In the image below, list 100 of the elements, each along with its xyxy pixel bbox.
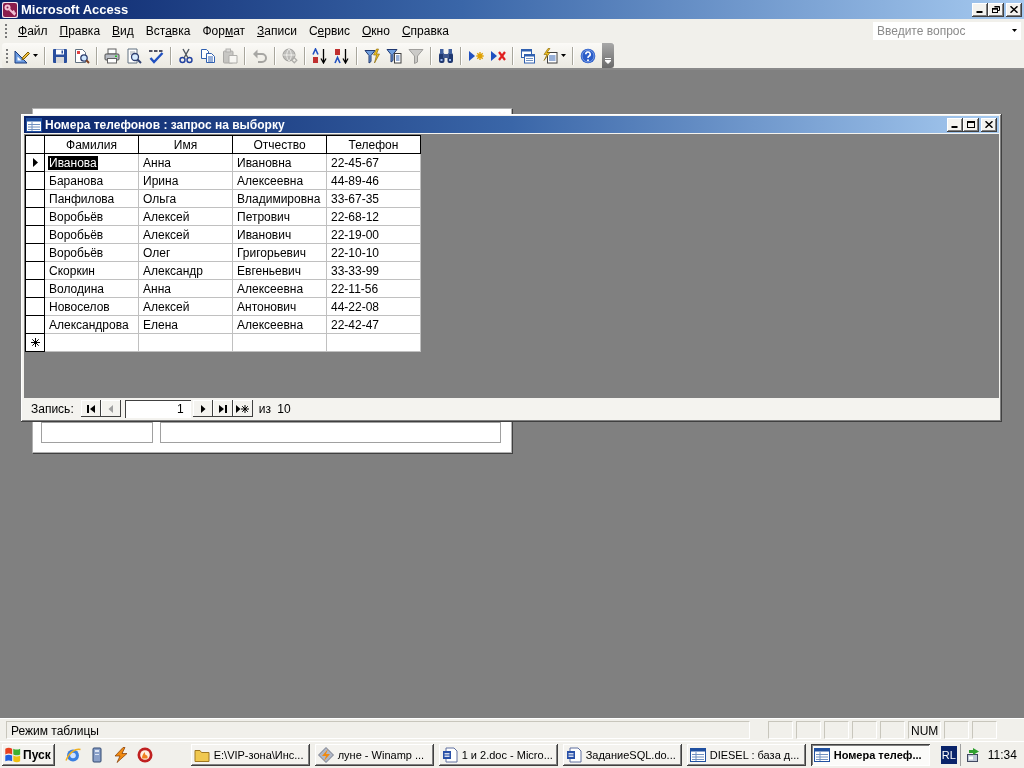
table-cell: Евгеньевич: [232, 261, 327, 280]
table-cell: Володина: [44, 279, 139, 298]
caret-icon: [561, 54, 566, 57]
funnel-icon: [408, 47, 424, 64]
menu-item[interactable]: Вставка: [139, 20, 197, 41]
toolbar-options-button[interactable]: [602, 43, 614, 68]
table-cell: 22-45-67: [326, 153, 421, 172]
table-window-icon: [26, 117, 42, 132]
clock-text: 11:34: [987, 748, 1017, 762]
help-search-field[interactable]: Введите вопрос: [873, 21, 1021, 40]
maximize-button[interactable]: [963, 117, 979, 132]
new-record-cell[interactable]: [232, 333, 327, 352]
table-cell: Иванова: [44, 153, 139, 172]
table-cell: Алексеевна: [232, 171, 327, 190]
menu-item[interactable]: Записи: [251, 20, 303, 41]
globe-orbit-icon[interactable]: [64, 747, 81, 763]
new-record-cell[interactable]: [326, 333, 421, 352]
first-record-button[interactable]: [80, 400, 101, 417]
table-cell: Владимировна: [232, 189, 327, 208]
table-cell: Елена: [138, 315, 233, 334]
chevron-icon: [605, 58, 611, 64]
status-pane: [824, 721, 849, 739]
new-record-cell[interactable]: [44, 333, 139, 352]
select-all-corner[interactable]: [25, 135, 45, 154]
previous-record-icon: [106, 404, 115, 413]
taskbar-button[interactable]: 1 и 2.doc - Micro...: [438, 744, 558, 766]
table-cell: Анна: [138, 279, 233, 298]
last-record-icon: [218, 404, 227, 413]
close-button[interactable]: [1006, 2, 1022, 17]
status-pane: [972, 721, 998, 739]
status-pane: [944, 721, 970, 739]
table-window-icon: [689, 747, 706, 763]
record-number-field[interactable]: 1: [124, 399, 191, 418]
table-cell: Воробьёв: [44, 207, 139, 226]
text-field[interactable]: [41, 422, 153, 443]
taskbar-button[interactable]: E:\VIP-зона\Инс...: [190, 744, 310, 766]
caret-icon[interactable]: [1012, 29, 1017, 32]
table-cell: Новоселов: [44, 297, 139, 316]
status-indicator: NUM: [908, 721, 942, 739]
taskbar-button[interactable]: луне - Winamp ...: [314, 744, 434, 766]
column-header[interactable]: Телефон: [326, 135, 421, 154]
taskbar-button[interactable]: Номера телеф...: [810, 744, 930, 766]
page-magnifier-icon: [126, 47, 142, 64]
menu-item[interactable]: Окно: [356, 20, 396, 41]
close-icon: [985, 121, 993, 128]
funnel-form-icon: [386, 47, 402, 64]
new-record-cell[interactable]: [138, 333, 233, 352]
start-button[interactable]: Пуск: [2, 744, 55, 766]
column-header[interactable]: Фамилия: [44, 135, 139, 154]
table-cell: Алексей: [138, 207, 233, 226]
table-cell: Ивановна: [232, 153, 327, 172]
document-icon: [441, 747, 458, 763]
restore-button[interactable]: [988, 2, 1004, 17]
table-cell: Алексеевна: [232, 315, 327, 334]
minimize-button[interactable]: [947, 117, 963, 132]
new-record-icon: [30, 338, 40, 347]
arrow-box-icon[interactable]: [964, 747, 981, 763]
window-title: Номера телефонов : запрос на выборку: [45, 117, 285, 132]
undo-icon: [252, 47, 268, 64]
sort-ascending-icon: [312, 47, 328, 64]
table-cell: Ирина: [138, 171, 233, 190]
funnel-lightning-icon: [364, 47, 380, 64]
status-pane: [852, 721, 877, 739]
close-button[interactable]: [981, 117, 997, 132]
folder-icon: [193, 747, 210, 763]
menu-item[interactable]: Справка: [395, 20, 455, 41]
restore-icon: [992, 6, 1000, 13]
menu-item[interactable]: Правка: [53, 20, 107, 41]
menu-item[interactable]: Формат: [196, 20, 252, 41]
table-cell: Панфилова: [44, 189, 139, 208]
lightning-bolt-icon: [317, 747, 334, 763]
table-cell: 22-10-10: [326, 243, 421, 262]
caret-icon: [33, 54, 38, 57]
table-cell: Анна: [138, 153, 233, 172]
first-record-icon: [86, 404, 95, 413]
status-pane: [796, 721, 821, 739]
table-cell: 33-33-99: [326, 261, 421, 280]
column-header[interactable]: Имя: [138, 135, 233, 154]
close-icon: [1010, 6, 1018, 13]
column-header[interactable]: Отчество: [232, 135, 327, 154]
next-record-button[interactable]: [192, 400, 213, 417]
table-cell: Скоркин: [44, 261, 139, 280]
lightning-bolt-icon[interactable]: [112, 747, 129, 763]
menu-item[interactable]: Сервис: [302, 20, 356, 41]
table-cell: Олег: [138, 243, 233, 262]
status-text: Режим таблицы: [6, 721, 750, 739]
table-cell: Алексей: [138, 225, 233, 244]
document-icon: [565, 747, 582, 763]
menu-item[interactable]: Файл: [12, 20, 54, 41]
flame-disc-icon[interactable]: [136, 747, 153, 763]
minimize-button[interactable]: [972, 2, 988, 17]
table-cell: Алексеевна: [232, 279, 327, 298]
lightning-form-icon: [542, 47, 558, 64]
taskbar-button[interactable]: ЗаданиеSQL.do...: [562, 744, 682, 766]
status-pane: [880, 721, 905, 739]
menu-item[interactable]: Вид: [106, 20, 140, 41]
language-indicator[interactable]: RL: [940, 746, 957, 764]
taskbar-button[interactable]: DIESEL : база д...: [686, 744, 806, 766]
table-cell: Антонович: [232, 297, 327, 316]
text-field[interactable]: [160, 422, 501, 443]
